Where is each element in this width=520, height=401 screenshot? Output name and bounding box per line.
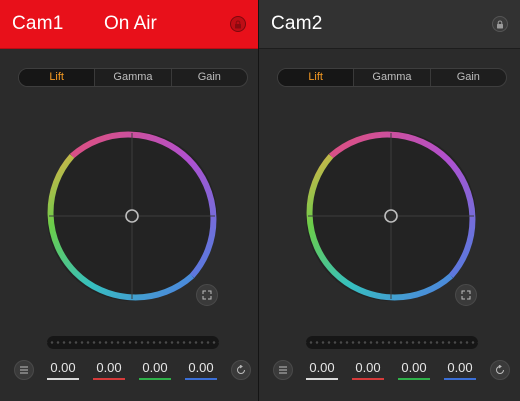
red-bar [352, 378, 384, 380]
reset-icon[interactable] [231, 360, 251, 380]
value-row: 0.00 0.00 0.00 0.00 [47, 360, 219, 382]
reset-icon[interactable] [490, 360, 510, 380]
value-row: 0.00 0.00 0.00 0.00 [306, 360, 478, 382]
camera-header[interactable]: Cam1 On Air [0, 0, 258, 49]
camera-panel-cam2: Cam2 Lift Gamma Gain 0.00 0.00 0.00 0.00 [259, 0, 520, 401]
lock-icon[interactable] [492, 16, 508, 32]
tab-lift[interactable]: Lift [19, 69, 95, 86]
red-value[interactable]: 0.00 [93, 360, 125, 380]
luma-value[interactable]: 0.00 [306, 360, 338, 380]
blue-value[interactable]: 0.00 [185, 360, 217, 380]
color-wheel[interactable] [39, 123, 225, 309]
blue-bar [185, 378, 217, 380]
red-bar [93, 378, 125, 380]
luma-value[interactable]: 0.00 [47, 360, 79, 380]
red-value[interactable]: 0.00 [352, 360, 384, 380]
menu-icon[interactable] [273, 360, 293, 380]
expand-icon[interactable] [455, 284, 477, 306]
blue-bar [444, 378, 476, 380]
luma-bar [47, 378, 79, 380]
luma-bar [306, 378, 338, 380]
tab-lift[interactable]: Lift [278, 69, 354, 86]
camera-panels: Cam1 On Air Lift Gamma Gain 0.00 0.00 0.… [0, 0, 520, 401]
green-bar [139, 378, 171, 380]
correction-tabs: Lift Gamma Gain [277, 68, 507, 87]
master-slider[interactable] [306, 336, 478, 349]
wheel-handle [125, 209, 139, 223]
green-bar [398, 378, 430, 380]
menu-icon[interactable] [14, 360, 34, 380]
tab-gamma[interactable]: Gamma [94, 69, 170, 86]
master-slider[interactable] [47, 336, 219, 349]
color-wheel[interactable] [298, 123, 484, 309]
green-value[interactable]: 0.00 [139, 360, 171, 380]
tab-gain[interactable]: Gain [170, 69, 247, 86]
on-air-label: On Air [104, 13, 157, 34]
camera-panel-cam1: Cam1 On Air Lift Gamma Gain 0.00 0.00 0.… [0, 0, 259, 401]
camera-name: Cam2 [271, 13, 323, 34]
expand-icon[interactable] [196, 284, 218, 306]
tab-gain[interactable]: Gain [429, 69, 506, 86]
correction-tabs: Lift Gamma Gain [18, 68, 248, 87]
camera-name: Cam1 [12, 13, 64, 34]
green-value[interactable]: 0.00 [398, 360, 430, 380]
blue-value[interactable]: 0.00 [444, 360, 476, 380]
camera-header[interactable]: Cam2 [259, 0, 520, 49]
lock-icon[interactable] [230, 16, 246, 32]
wheel-handle [384, 209, 398, 223]
tab-gamma[interactable]: Gamma [353, 69, 429, 86]
